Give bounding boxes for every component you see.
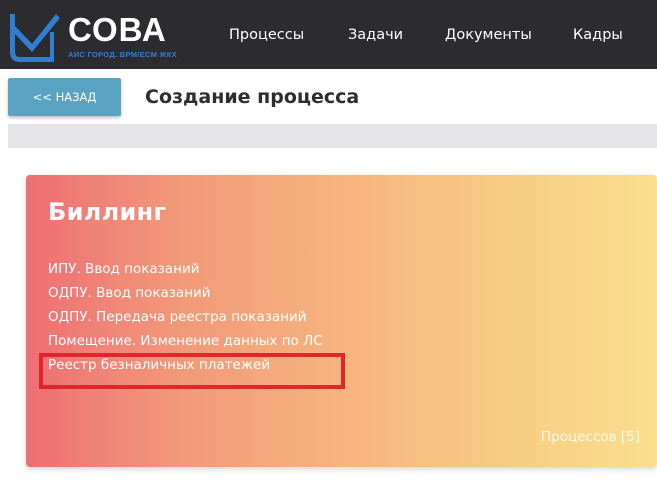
- process-link-odpu-registry[interactable]: ОДПУ. Передача реестра показаний: [48, 305, 323, 329]
- process-link-ipu-readings[interactable]: ИПУ. Ввод показаний: [48, 257, 323, 281]
- main-nav: Процессы Задачи Документы Кадры: [0, 0, 657, 69]
- card-title: Биллинг: [48, 198, 167, 226]
- back-button[interactable]: << НАЗАД: [8, 78, 121, 116]
- nav-item-processes[interactable]: Процессы: [229, 25, 304, 45]
- page-title: Создание процесса: [145, 86, 360, 108]
- nav-item-tasks[interactable]: Задачи: [348, 25, 403, 45]
- top-navigation-bar: СОВА АИС ГОРОД. BPM/ECM ЖКХ Процессы Зад…: [0, 0, 657, 69]
- process-link-odpu-readings[interactable]: ОДПУ. Ввод показаний: [48, 281, 323, 305]
- highlight-annotation-box: [39, 353, 345, 389]
- divider-band: [8, 124, 657, 148]
- nav-item-staff[interactable]: Кадры: [573, 25, 623, 45]
- nav-item-documents[interactable]: Документы: [445, 25, 532, 45]
- process-link-premises-change[interactable]: Помещение. Изменение данных по ЛС: [48, 329, 323, 353]
- process-count: Процессов [5]: [541, 429, 640, 445]
- billing-process-card: Биллинг ИПУ. Ввод показаний ОДПУ. Ввод п…: [26, 175, 657, 467]
